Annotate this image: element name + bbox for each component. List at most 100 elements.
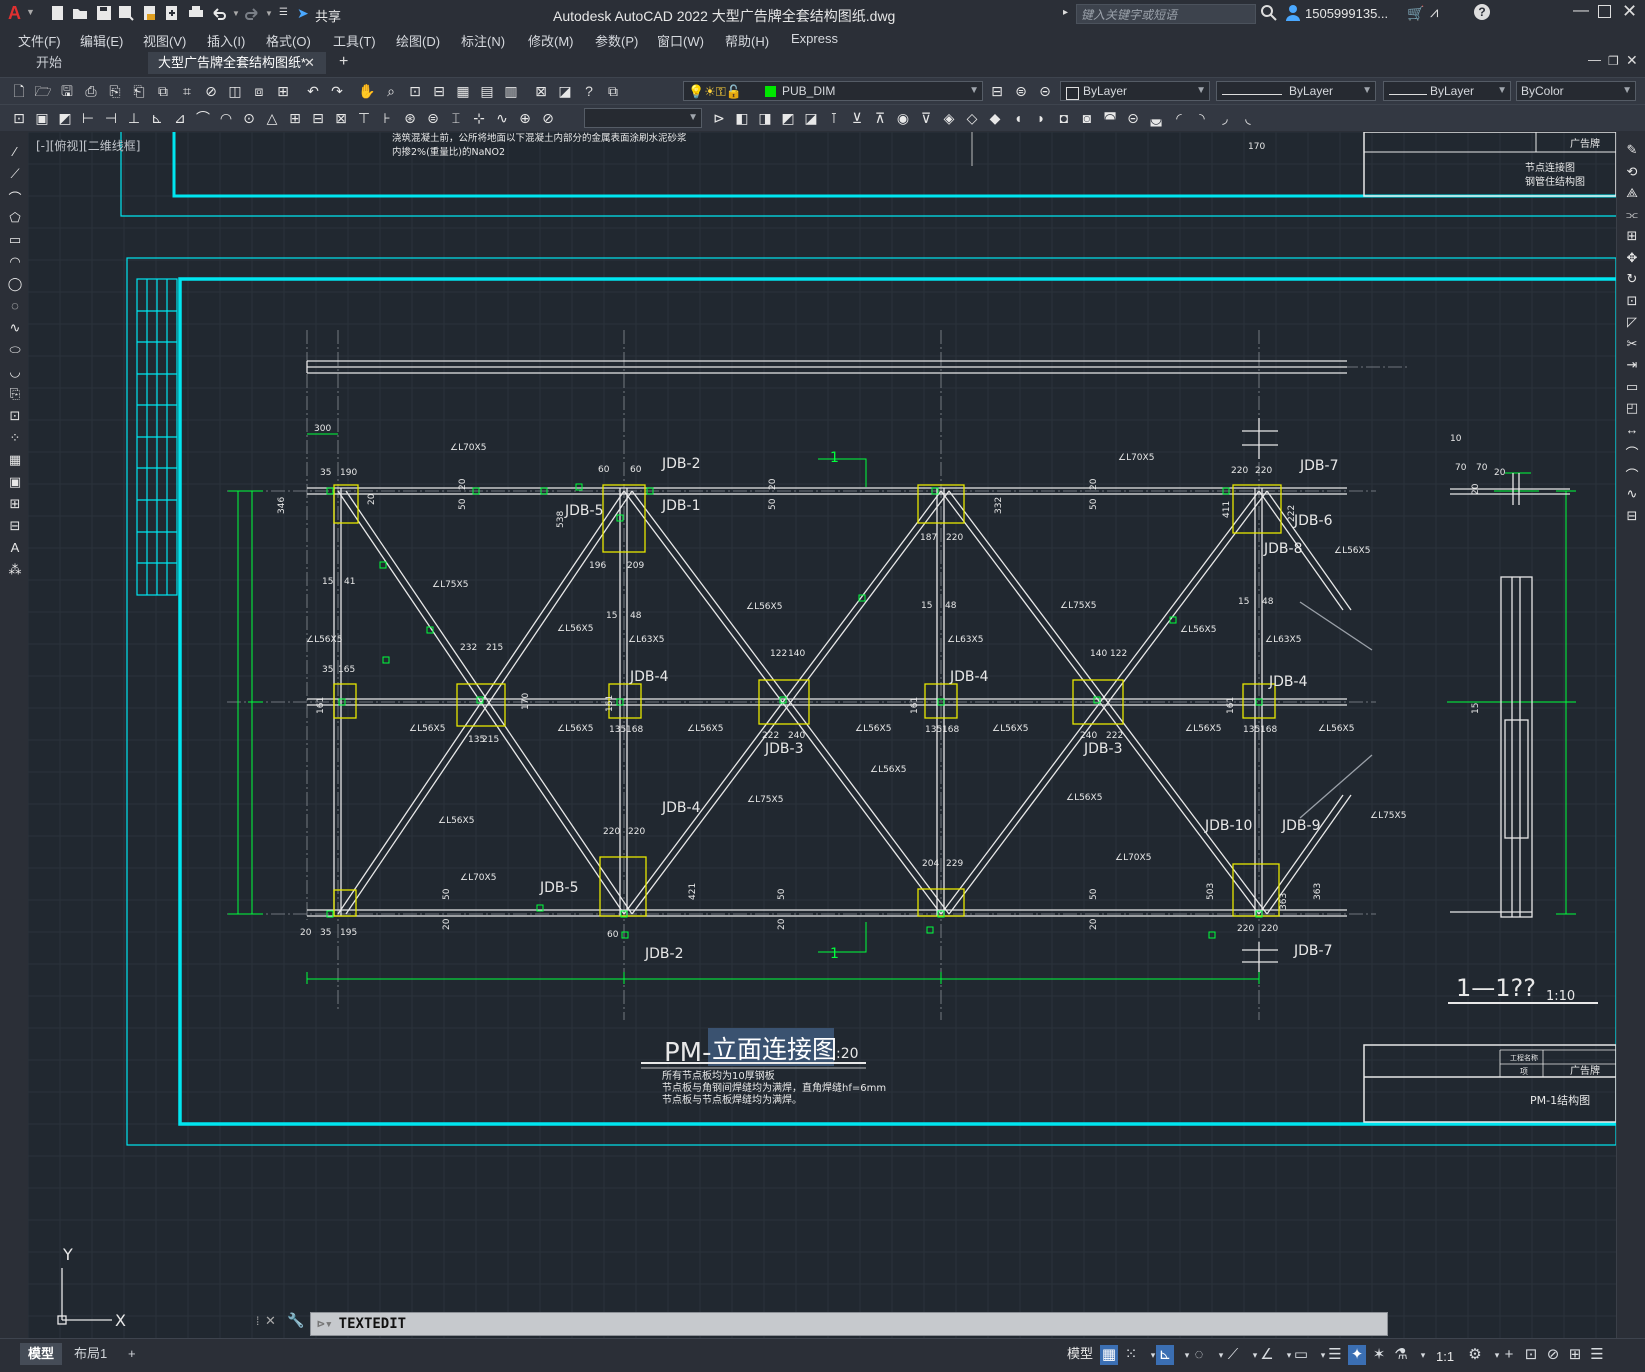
customize-qa-icon[interactable]: ☰ [279, 7, 288, 18]
open-file-icon[interactable] [72, 5, 88, 21]
modify-side-tool-14-icon[interactable]: ⌒ [1623, 443, 1641, 461]
standard-tool-5-icon[interactable]: ⎗ [130, 82, 148, 100]
modify-tool-2-icon[interactable]: ◨ [756, 109, 774, 127]
menu-item-10[interactable]: 窗口(W) [657, 31, 704, 50]
draw-tool-1-icon[interactable]: ⟋ [6, 166, 24, 184]
modify-side-tool-2-icon[interactable]: ⟁ [1623, 185, 1641, 203]
standard-tool-0-icon[interactable]: 🗋 [10, 82, 28, 100]
dim-tool-23-icon[interactable]: ⊘ [539, 109, 557, 127]
menu-item-3[interactable]: 插入(I) [207, 31, 245, 50]
status-toggle-11-icon[interactable]: ▭ [1292, 1345, 1310, 1365]
modify-side-tool-13-icon[interactable]: ↔ [1623, 422, 1641, 440]
dim-tool-10-icon[interactable]: ⊙ [240, 109, 258, 127]
autodesk-app-icon[interactable]: ⩘ [1430, 4, 1438, 21]
status-toggle-23-icon[interactable]: ⊞ [1566, 1345, 1584, 1365]
dim-tool-4-icon[interactable]: ⊣ [102, 109, 120, 127]
modify-tool-11-icon[interactable]: ◇ [963, 109, 981, 127]
modify-tool-15-icon[interactable]: ◘ [1055, 109, 1073, 127]
draw-tool-0-icon[interactable]: ⁄ [6, 144, 24, 162]
modify-side-tool-4-icon[interactable]: ⊞ [1623, 228, 1641, 246]
dim-tool-21-icon[interactable]: ∿ [493, 109, 511, 127]
modify-tool-3-icon[interactable]: ◩ [779, 109, 797, 127]
modify-tool-17-icon[interactable]: ◚ [1101, 109, 1119, 127]
modify-side-tool-7-icon[interactable]: ⊡ [1623, 293, 1641, 311]
dim-tool-0-icon[interactable]: ⊡ [10, 109, 28, 127]
draw-tool-14-icon[interactable]: ▦ [6, 452, 24, 470]
linetype-dropdown[interactable]: ByLayer ▼ [1216, 81, 1376, 101]
modify-tool-8-icon[interactable]: ◉ [894, 109, 912, 127]
status-toggle-24-icon[interactable]: ☰ [1588, 1345, 1606, 1365]
modify-tool-13-icon[interactable]: ◖ [1009, 109, 1027, 127]
menu-item-11[interactable]: 帮助(H) [725, 31, 769, 50]
modify-tool-1-icon[interactable]: ◧ [733, 109, 751, 127]
status-toggle-20-icon[interactable]: + [1500, 1345, 1518, 1365]
search-input[interactable]: 键入关键字或短语 [1076, 4, 1256, 24]
draw-tool-5-icon[interactable]: ◠ [6, 254, 24, 272]
color-dropdown[interactable]: ByLayer ▼ [1060, 81, 1210, 101]
command-prompt-icon[interactable]: ⊳▾ [311, 1317, 339, 1332]
modify-side-tool-15-icon[interactable]: ⌒ [1623, 465, 1641, 483]
tab-active-drawing[interactable]: 大型广告牌全套结构图纸* [148, 52, 326, 74]
save-as-icon[interactable] [118, 5, 134, 21]
modify-tool-19-icon[interactable]: ◛ [1147, 109, 1165, 127]
modify-side-tool-11-icon[interactable]: ▭ [1623, 379, 1641, 397]
annotation-scale[interactable]: 1:1 [1436, 1349, 1454, 1364]
draw-tool-19-icon[interactable]: ⁂ [6, 562, 24, 580]
redo-dropdown-icon[interactable]: ▼ [265, 9, 273, 18]
doc-close-icon[interactable]: ✕ [1626, 52, 1638, 69]
new-tab-icon[interactable]: + [339, 53, 348, 71]
command-customize-icon[interactable]: 🔧 [287, 1312, 304, 1329]
standard-tool-18-icon[interactable]: ▦ [454, 82, 472, 100]
standard-tool-16-icon[interactable]: ⊡ [406, 82, 424, 100]
modify-side-tool-1-icon[interactable]: ⟲ [1623, 164, 1641, 182]
menu-item-6[interactable]: 绘图(D) [396, 31, 440, 50]
standard-tool-6-icon[interactable]: ⧉ [154, 82, 172, 100]
share-button[interactable]: 共享 [315, 6, 341, 25]
draw-tool-11-icon[interactable]: ⎘ [6, 386, 24, 404]
layer-state-icons[interactable]: 💡☀⚿🔓 [688, 84, 776, 100]
dim-tool-9-icon[interactable]: ◠ [217, 109, 235, 127]
status-toggle-9-icon[interactable]: ∠ [1258, 1345, 1276, 1365]
new-file-icon[interactable] [50, 5, 66, 21]
status-toggle-17-icon[interactable]: ▾ [1414, 1345, 1432, 1365]
status-toggle-21-icon[interactable]: ⊡ [1522, 1345, 1540, 1365]
command-close-icon[interactable]: ✕ [265, 1313, 276, 1329]
undo-icon[interactable] [211, 5, 227, 21]
redo-icon[interactable] [244, 5, 260, 21]
draw-tool-7-icon[interactable]: ◌ [6, 298, 24, 316]
standard-tool-21-icon[interactable]: ⊠ [532, 82, 550, 100]
dim-tool-13-icon[interactable]: ⊟ [309, 109, 327, 127]
minimize-icon[interactable]: — [1573, 2, 1589, 20]
draw-tool-4-icon[interactable]: ▭ [6, 232, 24, 250]
command-line[interactable]: ⊳▾ TEXTEDIT [310, 1312, 1388, 1336]
menu-item-0[interactable]: 文件(F) [18, 31, 61, 50]
dim-tool-22-icon[interactable]: ⊕ [516, 109, 534, 127]
modify-tool-14-icon[interactable]: ◗ [1032, 109, 1050, 127]
status-toggle-7-icon[interactable]: ⟋ [1224, 1345, 1242, 1365]
open-web-icon[interactable] [142, 5, 158, 21]
tab-close-icon[interactable]: ✕ [304, 55, 315, 71]
tab-layout1[interactable]: 布局1 [66, 1343, 115, 1365]
modify-side-tool-17-icon[interactable]: ⊟ [1623, 508, 1641, 526]
standard-tool-19-icon[interactable]: ▤ [478, 82, 496, 100]
layer-match-icon[interactable]: ⊝ [1036, 82, 1054, 100]
dim-tool-12-icon[interactable]: ⊞ [286, 109, 304, 127]
status-toggle-22-icon[interactable]: ⊘ [1544, 1345, 1562, 1365]
status-toggle-1-icon[interactable]: ⁙ [1122, 1345, 1140, 1365]
modify-tool-18-icon[interactable]: ⊝ [1124, 109, 1142, 127]
cart-icon[interactable]: 🛒 [1407, 5, 1424, 22]
draw-tool-17-icon[interactable]: ⊟ [6, 518, 24, 536]
menu-item-8[interactable]: 修改(M) [528, 31, 574, 50]
status-toggle-16-icon[interactable]: ⚗ [1392, 1345, 1410, 1365]
standard-tool-17-icon[interactable]: ⊟ [430, 82, 448, 100]
dim-tool-17-icon[interactable]: ⊛ [401, 109, 419, 127]
command-grip[interactable]: ⁞ [256, 1314, 259, 1328]
menu-item-2[interactable]: 视图(V) [143, 31, 186, 50]
lineweight-dropdown[interactable]: ByLayer ▼ [1383, 81, 1511, 101]
modify-side-tool-12-icon[interactable]: ◰ [1623, 400, 1641, 418]
save-icon[interactable] [96, 5, 112, 21]
modify-side-tool-10-icon[interactable]: ⇥ [1623, 357, 1641, 375]
standard-tool-11-icon[interactable]: ⊞ [274, 82, 292, 100]
standard-tool-15-icon[interactable]: ⌕ [382, 82, 400, 100]
modify-side-tool-6-icon[interactable]: ↻ [1623, 271, 1641, 289]
